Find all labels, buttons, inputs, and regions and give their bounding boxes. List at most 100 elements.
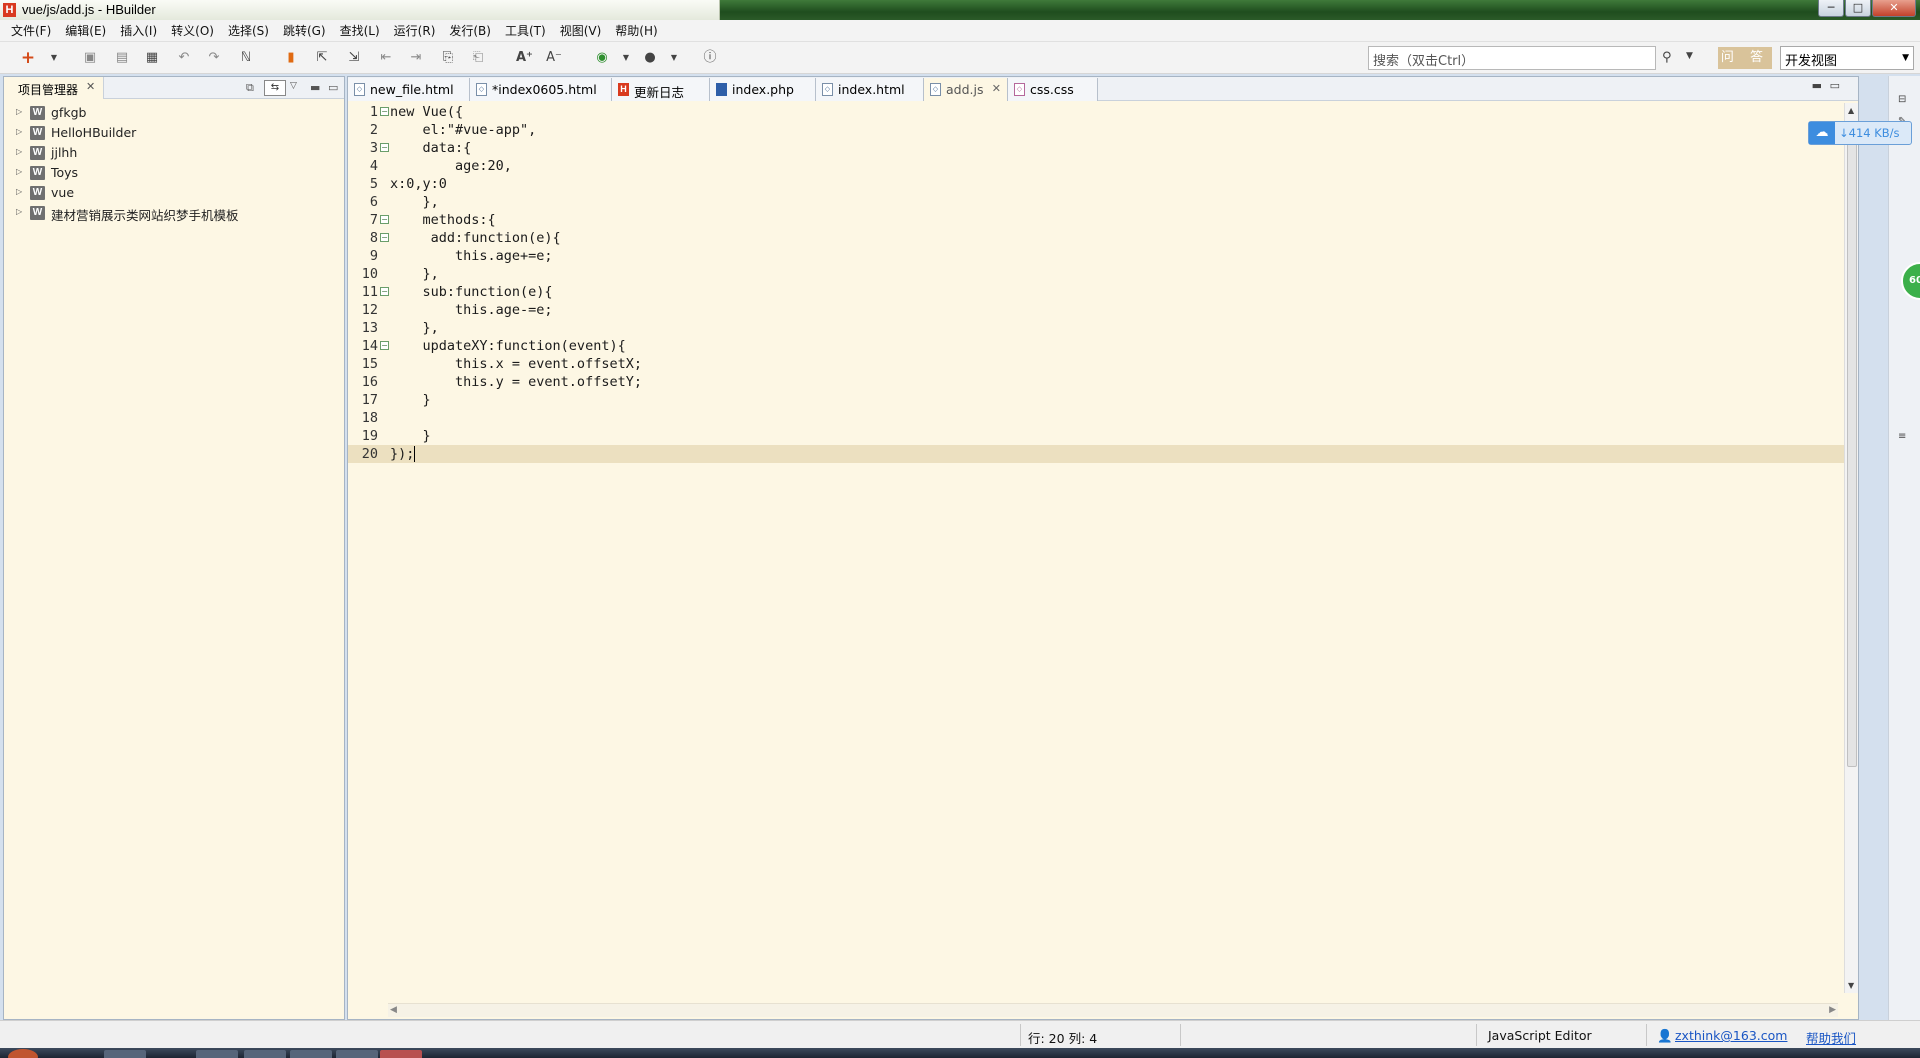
fold-toggle-icon[interactable]: − — [380, 233, 389, 242]
code-line[interactable]: 19 } — [348, 427, 1856, 445]
font-increase-icon[interactable]: A⁺ — [516, 50, 533, 66]
editor-tab[interactable]: ◇ index.html — [816, 78, 924, 101]
scroll-left-icon[interactable]: ◀ — [390, 1005, 397, 1015]
menu-item[interactable]: 工具(T) — [498, 22, 553, 39]
fold-toggle-icon[interactable]: − — [380, 341, 389, 350]
expand-arrow-icon[interactable]: ▷ — [16, 207, 22, 216]
project-tree-item[interactable]: ▷ Wgfkgb — [4, 103, 344, 123]
project-tree-item[interactable]: ▷ W Toys — [4, 163, 344, 183]
project-tree-item[interactable]: ▷ W HelloHBuilder — [4, 123, 344, 143]
taskbar-item[interactable] — [196, 1050, 238, 1058]
code-line[interactable]: 6 }, — [348, 193, 1856, 211]
scroll-down-icon[interactable]: ▼ — [1848, 981, 1854, 990]
help-us-link[interactable]: 帮助我们 — [1806, 1028, 1856, 1047]
run-dropdown-icon[interactable]: ▼ — [618, 50, 634, 66]
menu-item[interactable]: 视图(V) — [553, 22, 609, 39]
menu-item[interactable]: 查找(L) — [333, 22, 387, 39]
scroll-right-icon[interactable]: ▶ — [1829, 1005, 1836, 1015]
menu-item[interactable]: 发行(B) — [442, 22, 498, 39]
menu-item[interactable]: 文件(F) — [4, 22, 58, 39]
project-panel-tab[interactable]: 项目管理器 ✕ — [4, 77, 104, 99]
outline-icon[interactable]: ⊟ — [1898, 94, 1910, 108]
code-line[interactable]: 7− methods:{ — [348, 211, 1856, 229]
editor-tab[interactable]: ◇ css.css — [1008, 78, 1098, 101]
code-line[interactable]: 8− add:function(e){ — [348, 229, 1856, 247]
maximize-icon[interactable]: ▭ — [1830, 79, 1840, 92]
horizontal-scrollbar[interactable]: ◀ ▶ — [388, 1003, 1838, 1017]
link-editor-icon[interactable]: ⇆ — [264, 80, 286, 96]
scroll-up-icon[interactable]: ▲ — [1848, 106, 1854, 115]
close-icon[interactable]: ✕ — [992, 82, 1001, 95]
close-icon[interactable]: ✕ — [86, 80, 95, 93]
code-line[interactable]: 20}); — [348, 445, 1856, 463]
vertical-scrollbar[interactable]: ▲ ▼ — [1844, 103, 1858, 993]
code-line[interactable]: 16 this.y = event.offsetY; — [348, 373, 1856, 391]
view-menu-icon[interactable]: ▽ — [290, 81, 297, 91]
minimize-icon[interactable]: ▬ — [310, 81, 320, 94]
uncomment-icon[interactable]: ⎗ — [470, 50, 486, 66]
search-icon[interactable]: ⚲ — [1662, 50, 1672, 65]
fold-toggle-icon[interactable]: − — [380, 143, 389, 152]
editor-tab[interactable]: index.php — [710, 78, 816, 101]
expand-arrow-icon[interactable]: ▷ — [16, 127, 22, 136]
code-line[interactable]: 1− new Vue({ — [348, 103, 1856, 121]
new-file-icon[interactable]: + — [20, 50, 36, 67]
save-all-icon[interactable]: ▤ — [114, 50, 130, 66]
collapse-all-icon[interactable]: ⧉ — [246, 81, 254, 95]
font-decrease-icon[interactable]: A⁻ — [546, 50, 562, 66]
fold-toggle-icon[interactable]: − — [380, 215, 389, 224]
revert-icon[interactable]: ▦ — [144, 50, 160, 66]
debug-icon[interactable]: ● — [642, 50, 658, 66]
code-line[interactable]: 15 this.x = event.offsetX; — [348, 355, 1856, 373]
network-speed-widget[interactable]: ☁ ↓414 KB/s — [1808, 121, 1912, 145]
next-bookmark-icon[interactable]: ⇲ — [346, 50, 362, 66]
menu-item[interactable]: 选择(S) — [221, 22, 276, 39]
code-line[interactable]: 9 this.age+=e; — [348, 247, 1856, 265]
code-line[interactable]: 11− sub:function(e){ — [348, 283, 1856, 301]
code-line[interactable]: 18 — [348, 409, 1856, 427]
code-line[interactable]: 17 } — [348, 391, 1856, 409]
code-line[interactable]: 4 age:20, — [348, 157, 1856, 175]
indent-left-icon[interactable]: ⇤ — [378, 50, 394, 66]
user-account-link[interactable]: zxthink@163.com — [1675, 1028, 1787, 1043]
taskbar-item-hbuilder[interactable] — [380, 1050, 422, 1058]
expand-arrow-icon[interactable]: ▷ — [16, 167, 22, 176]
minimize-icon[interactable]: ▬ — [1812, 79, 1822, 92]
project-tree-item[interactable]: ▷ Wjjlhh — [4, 143, 344, 163]
format-icon[interactable]: ℕ — [238, 50, 254, 66]
scrollbar-thumb[interactable] — [1847, 121, 1857, 767]
menu-item[interactable]: 编辑(E) — [58, 22, 113, 39]
menu-item[interactable]: 转义(O) — [164, 22, 221, 39]
fold-toggle-icon[interactable]: − — [380, 287, 389, 296]
view-select[interactable]: 开发视图 ▼ — [1780, 46, 1914, 70]
menu-item[interactable]: 跳转(G) — [276, 22, 333, 39]
editor-tab[interactable]: ◇ add.js ✕ — [924, 78, 1008, 101]
project-tree-item[interactable]: ▷ Wvue — [4, 183, 344, 203]
undo-icon[interactable]: ↶ — [176, 50, 192, 66]
qa-button[interactable]: 问 答 — [1718, 47, 1772, 69]
indent-right-icon[interactable]: ⇥ — [408, 50, 424, 66]
code-line[interactable]: 2 el:"#vue-app", — [348, 121, 1856, 139]
prev-bookmark-icon[interactable]: ⇱ — [314, 50, 330, 66]
panel-toggle-icon[interactable]: ≡ — [1898, 431, 1910, 445]
editor-tab[interactable]: ◇ *index0605.html — [470, 78, 612, 101]
save-icon[interactable]: ▣ — [82, 50, 98, 66]
minimize-button[interactable]: ─ — [1818, 0, 1844, 17]
info-icon[interactable]: ⓘ — [702, 50, 718, 66]
code-line[interactable]: 12 this.age-=e; — [348, 301, 1856, 319]
menu-item[interactable]: 插入(I) — [113, 22, 164, 39]
maximize-icon[interactable]: ▭ — [328, 81, 338, 94]
new-dropdown-icon[interactable]: ▼ — [46, 50, 62, 66]
code-line[interactable]: 10 }, — [348, 265, 1856, 283]
expand-arrow-icon[interactable]: ▷ — [16, 147, 22, 156]
expand-arrow-icon[interactable]: ▷ — [16, 187, 22, 196]
fold-toggle-icon[interactable]: − — [380, 107, 389, 116]
close-button[interactable]: ✕ — [1872, 0, 1916, 17]
run-browser-icon[interactable]: ◉ — [594, 50, 610, 66]
code-area[interactable]: 1− new Vue({2 el:"#vue-app", 3− data:{4 ag… — [348, 103, 1856, 993]
taskbar-item[interactable] — [290, 1050, 332, 1058]
editor-tab[interactable]: H 更新日志 — [612, 78, 710, 101]
search-dropdown-icon[interactable]: ▼ — [1686, 51, 1693, 61]
code-line[interactable]: 5 x:0,y:0 — [348, 175, 1856, 193]
debug-dropdown-icon[interactable]: ▼ — [666, 50, 682, 66]
